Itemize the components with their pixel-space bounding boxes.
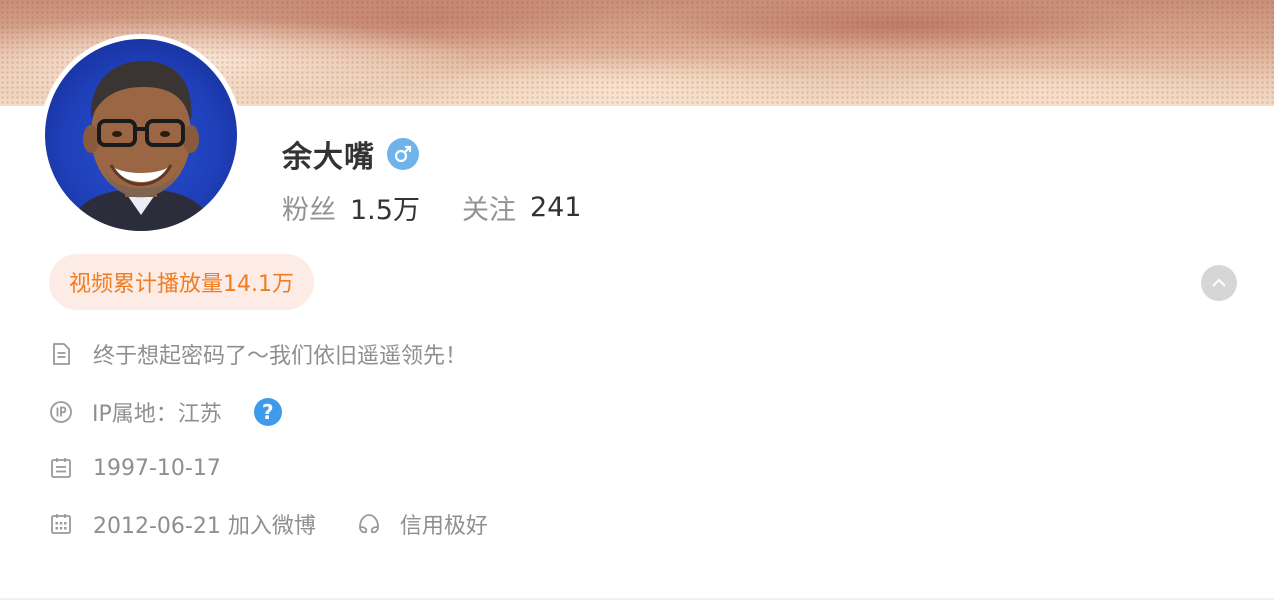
bio-text: 终于想起密码了～我们依旧遥遥领先！	[93, 344, 468, 369]
collapse-button[interactable]	[1201, 265, 1237, 301]
name-row: 余大嘴	[282, 134, 419, 175]
joined-text: 2012-06-21 加入微博	[93, 514, 316, 539]
male-icon	[387, 138, 419, 170]
ip-location: IP属地：江苏	[92, 402, 222, 427]
fans-label[interactable]: 粉丝	[282, 188, 336, 227]
following-label[interactable]: 关注	[462, 188, 516, 227]
avatar-image	[45, 39, 237, 231]
video-plays-badge[interactable]: 视频累计播放量14.1万	[49, 254, 314, 310]
help-icon[interactable]: ?	[253, 398, 282, 426]
ip-row: IP属地：江苏 ?	[48, 395, 282, 429]
joined-row: 2012-06-21 加入微博 信用极好	[48, 507, 488, 541]
ip-icon	[48, 399, 74, 425]
following-count[interactable]: 241	[530, 192, 582, 223]
birthday-row: 1997-10-17	[48, 451, 221, 485]
user-name: 余大嘴	[282, 140, 375, 175]
avatar[interactable]	[40, 34, 242, 236]
bio-row: 终于想起密码了～我们依旧遥遥领先！	[48, 337, 467, 371]
divider	[0, 598, 1274, 600]
chevron-up-icon	[1212, 278, 1226, 287]
credit-text[interactable]: 信用极好	[400, 508, 488, 540]
credit-icon	[356, 511, 382, 537]
calendar-icon	[48, 511, 74, 537]
birthday-icon	[48, 455, 74, 481]
birthday-text: 1997-10-17	[93, 455, 221, 481]
video-plays-text: 视频累计播放量14.1万	[69, 272, 294, 297]
fans-count[interactable]: 1.5万	[350, 188, 420, 227]
document-icon	[48, 341, 74, 367]
stats-row: 粉丝 1.5万 关注 241	[282, 188, 582, 226]
